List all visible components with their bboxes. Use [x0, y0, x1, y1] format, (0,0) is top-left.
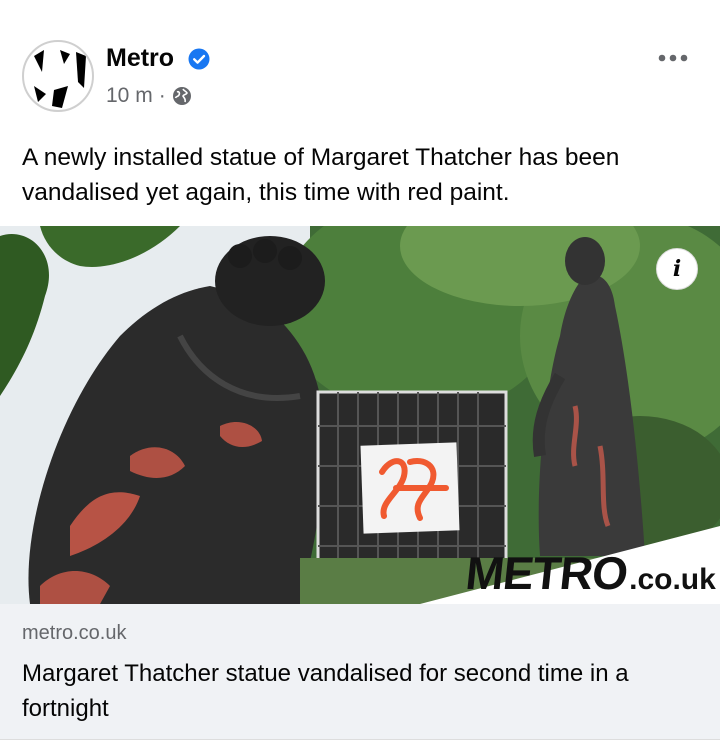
metro-watermark: METRO .co.uk	[463, 546, 716, 602]
watermark-tld: .co.uk	[629, 563, 716, 596]
post-text: A newly installed statue of Margaret Tha…	[22, 144, 620, 206]
meta-separator: ·	[158, 84, 166, 107]
link-domain: metro.co.uk	[22, 622, 127, 644]
globe-icon	[172, 87, 191, 105]
link-title[interactable]: Margaret Thatcher statue vandalised for …	[22, 656, 702, 726]
more-options-icon[interactable]	[656, 48, 690, 68]
post-meta: 10 m ·	[106, 84, 192, 108]
link-preview-footer[interactable]: metro.co.uk Margaret Thatcher statue van…	[0, 604, 720, 740]
info-button[interactable]: i	[656, 248, 698, 290]
post-card: Metro 10 m · A newly installed statue of…	[0, 0, 720, 740]
post-header: Metro 10 m ·	[22, 40, 698, 116]
page-name[interactable]: Metro	[106, 44, 174, 73]
post-timestamp[interactable]: 10 m	[106, 84, 153, 108]
verified-badge-icon	[188, 48, 210, 70]
page-avatar[interactable]	[22, 40, 94, 112]
watermark-main: METRO	[463, 547, 630, 599]
metro-logo-icon	[34, 50, 86, 108]
